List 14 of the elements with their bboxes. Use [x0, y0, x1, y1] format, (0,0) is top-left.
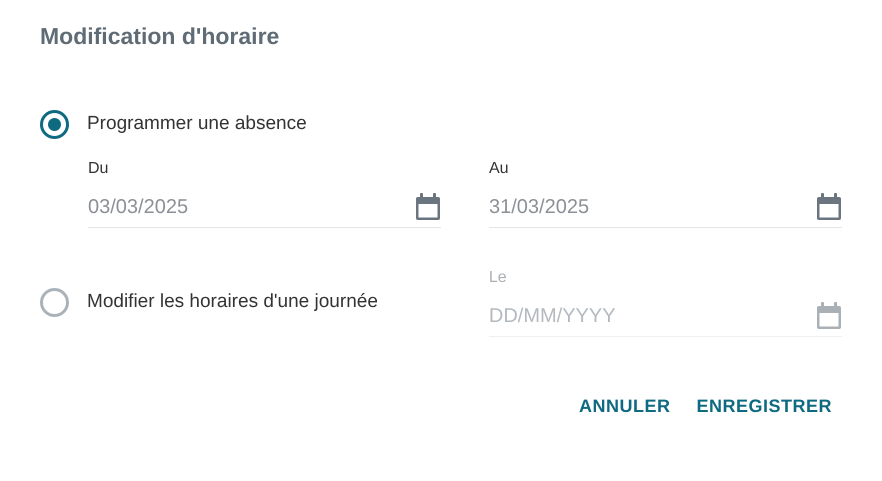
field-label: Le [488, 268, 508, 288]
field-label: Du [88, 159, 110, 179]
dialog-title: Modification d'horaire [40, 22, 280, 51]
dialog-button[interactable]: ANNULER [578, 393, 670, 420]
calendar-icon[interactable] [816, 193, 842, 221]
calendar-icon[interactable] [415, 193, 441, 221]
radio-button[interactable] [40, 288, 69, 317]
dialog-button[interactable]: ENREGISTRER [696, 393, 832, 420]
radio-button[interactable] [40, 110, 69, 139]
field-label: Au [489, 159, 510, 179]
date-field[interactable]: 03/03/2025 [88, 193, 441, 228]
radio-label: Programmer une absence [87, 112, 307, 136]
date-field[interactable]: 31/03/2025 [489, 193, 842, 228]
radio-label: Modifier les horaires d'une journée [87, 290, 378, 314]
